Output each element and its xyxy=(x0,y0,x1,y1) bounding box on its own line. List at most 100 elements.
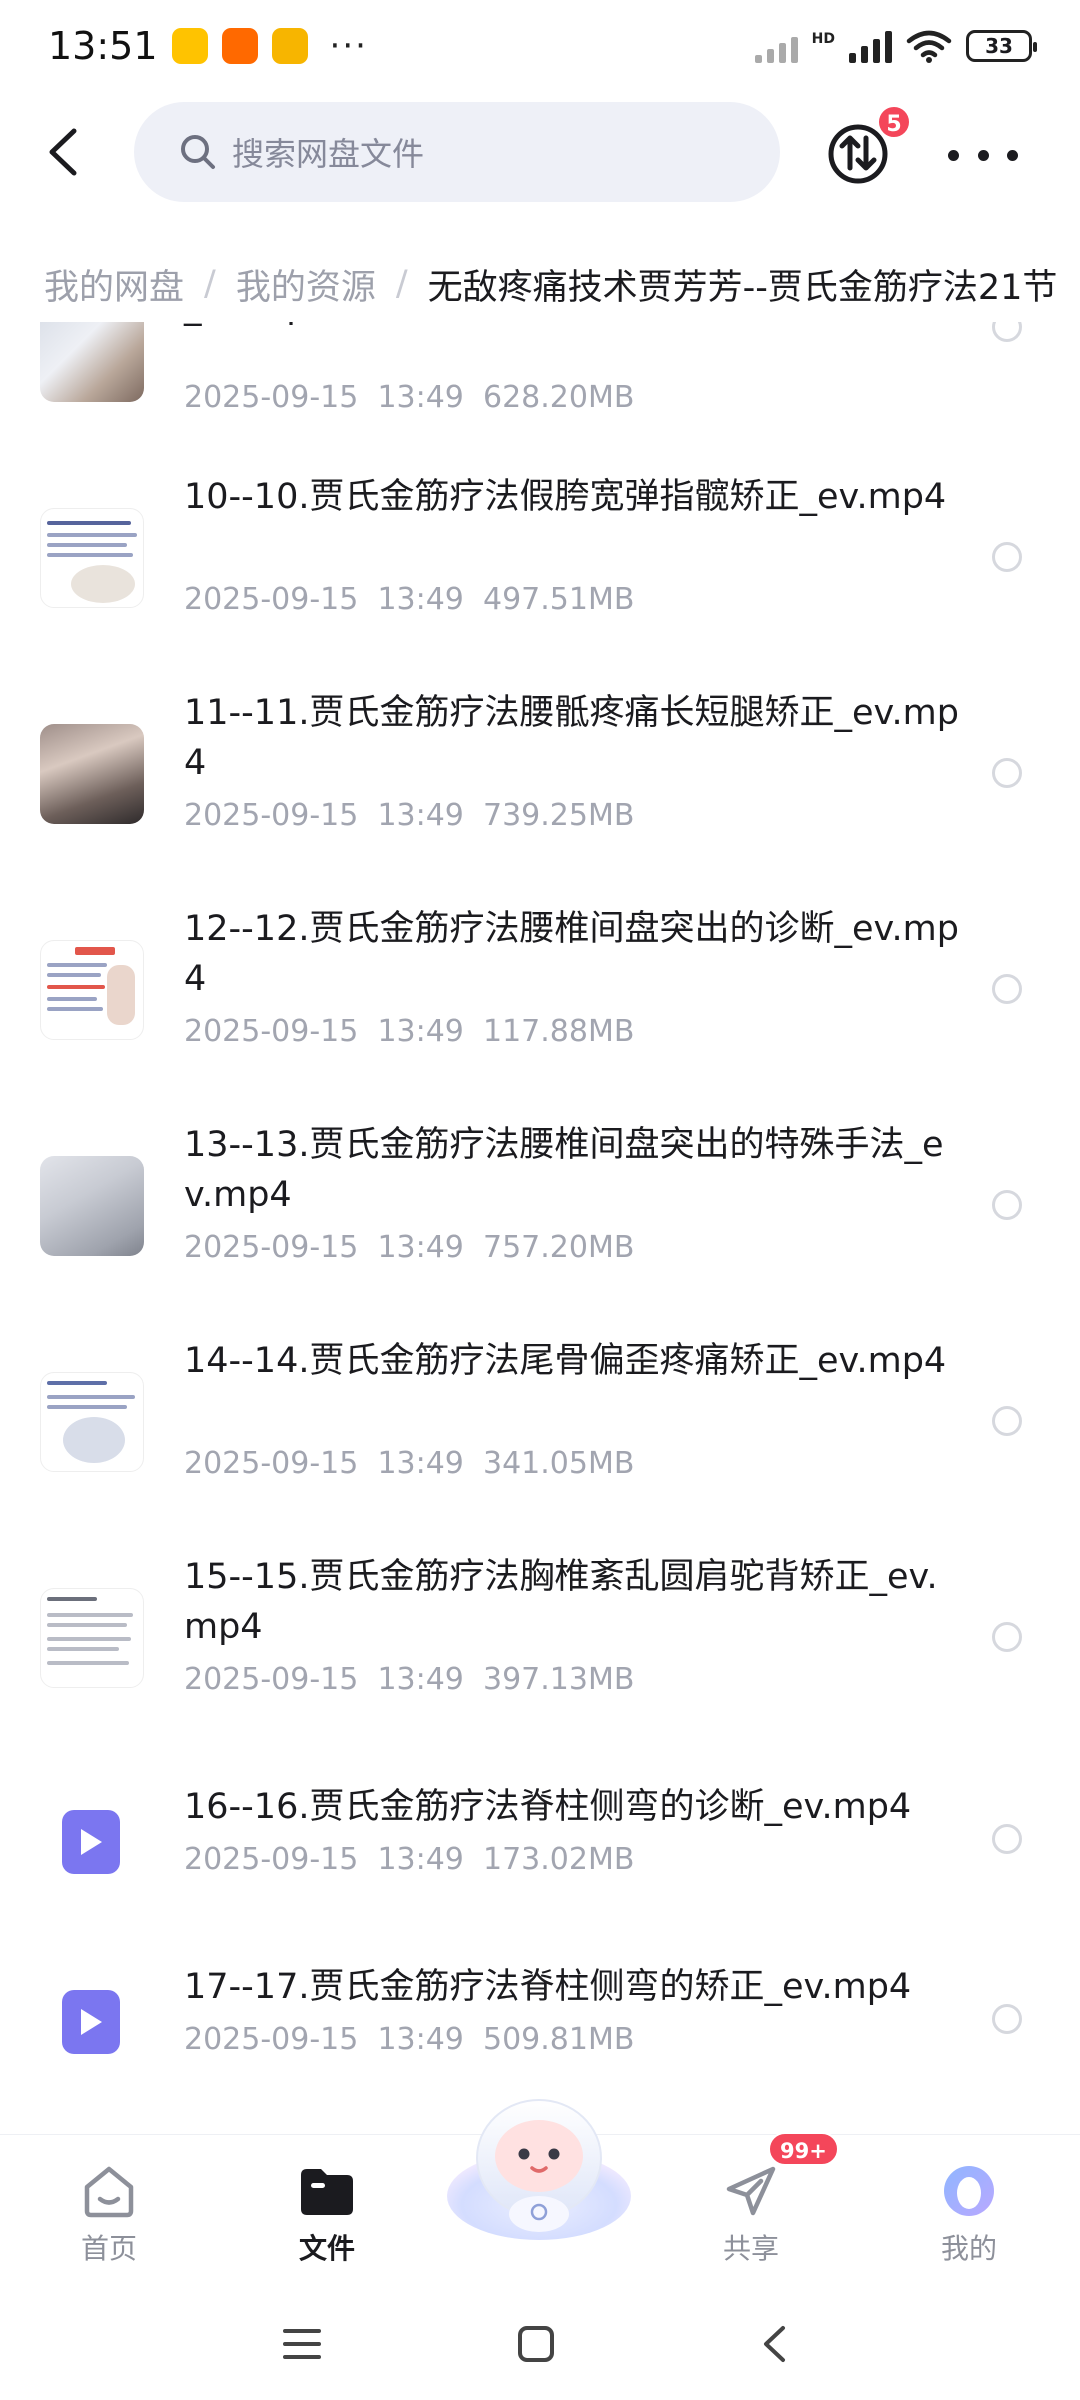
battery-level: 33 xyxy=(985,34,1013,58)
file-name: 11--11.贾氏金筋疗法腰骶疼痛长短腿矫正_ev.mp4 xyxy=(184,693,959,783)
select-radio[interactable] xyxy=(992,1622,1022,1652)
file-meta: 2025-09-15 13:49 757.20MB xyxy=(184,1230,634,1265)
search-input[interactable]: 搜索网盘文件 xyxy=(134,102,780,202)
file-name: 15--15.贾氏金筋疗法胸椎紊乱圆肩驼背矫正_ev.mp4 xyxy=(184,1557,938,1647)
file-size: 397.13MB xyxy=(482,1662,635,1697)
select-radio[interactable] xyxy=(992,2004,1022,2034)
file-time: 13:49 xyxy=(377,1230,464,1265)
nav-label: 我的 xyxy=(940,2232,997,2265)
recent-apps-button[interactable] xyxy=(272,2316,332,2372)
file-date: 2025-09-15 xyxy=(184,2022,359,2057)
file-size: 341.05MB xyxy=(482,1446,635,1481)
back-triangle-icon xyxy=(764,2326,785,2362)
file-date: 2025-09-15 xyxy=(184,1446,359,1481)
file-time: 13:49 xyxy=(377,1662,464,1697)
back-button[interactable] xyxy=(36,124,92,180)
ai-assistant-mascot-button[interactable] xyxy=(444,2084,634,2244)
breadcrumb-current: 无敌疼痛技术贾芳芳--贾氏金筋疗法21节 xyxy=(427,267,1058,308)
video-file-icon xyxy=(62,1810,120,1874)
file-row[interactable]: 14--14.贾氏金筋疗法尾骨偏歪疼痛矫正_ev.mp4 2025-09-15 … xyxy=(0,1336,1080,1536)
file-thumbnail xyxy=(40,1588,144,1688)
select-radio[interactable] xyxy=(992,542,1022,572)
file-time: 13:49 xyxy=(377,798,464,833)
breadcrumb-item[interactable]: 我的网盘 xyxy=(44,259,184,310)
file-row[interactable]: 13--13.贾氏金筋疗法腰椎间盘突出的特殊手法_ev.mp4 2025-09-… xyxy=(0,1120,1080,1320)
home-icon xyxy=(84,2166,134,2218)
more-options-button[interactable] xyxy=(948,140,1018,170)
file-name: _ev.mp4 xyxy=(184,322,964,332)
file-date: 2025-09-15 xyxy=(184,1230,359,1265)
meituan-icon xyxy=(171,28,208,64)
mi-icon xyxy=(221,28,258,64)
file-row[interactable]: 15--15.贾氏金筋疗法胸椎紊乱圆肩驼背矫正_ev.mp4 2025-09-1… xyxy=(0,1552,1080,1752)
file-thumbnail xyxy=(40,1156,144,1256)
file-row[interactable]: 16--16.贾氏金筋疗法脊柱侧弯的诊断_ev.mp4 2025-09-15 1… xyxy=(0,1782,1080,1932)
file-name: 10--10.贾氏金筋疗法假胯宽弹指髋矫正_ev.mp4 xyxy=(184,477,947,517)
nav-files[interactable]: 文件 xyxy=(252,2147,402,2277)
play-icon xyxy=(81,2009,102,2035)
file-row[interactable]: 12--12.贾氏金筋疗法腰椎间盘突出的诊断_ev.mp4 2025-09-15… xyxy=(0,904,1080,1104)
square-home-icon xyxy=(518,2326,554,2362)
search-icon xyxy=(181,135,215,169)
nav-label: 首页 xyxy=(80,2232,137,2265)
file-size: 757.20MB xyxy=(482,1230,635,1265)
file-time: 13:49 xyxy=(377,1446,464,1481)
file-size: 628.20MB xyxy=(482,380,635,415)
file-name: 14--14.贾氏金筋疗法尾骨偏歪疼痛矫正_ev.mp4 xyxy=(184,1341,947,1381)
file-size: 117.88MB xyxy=(482,1014,635,1049)
chevron-left-icon xyxy=(49,128,77,176)
file-size: 739.25MB xyxy=(482,798,635,833)
file-thumbnail xyxy=(40,940,144,1040)
home-button[interactable] xyxy=(506,2316,566,2372)
file-size: 497.51MB xyxy=(482,582,635,617)
file-time: 13:49 xyxy=(377,2022,464,2057)
file-time: 13:49 xyxy=(377,582,464,617)
file-meta: 2025-09-15 13:49 739.25MB xyxy=(184,798,634,833)
breadcrumb-item[interactable]: 我的资源 xyxy=(236,259,376,310)
more-dot-icon xyxy=(1007,149,1018,161)
file-thumbnail xyxy=(40,508,144,608)
select-radio[interactable] xyxy=(992,1824,1022,1854)
transfer-button[interactable]: 5 xyxy=(826,104,912,186)
file-date: 2025-09-15 xyxy=(184,1014,359,1049)
file-thumbnail xyxy=(40,1372,144,1472)
file-meta: 2025-09-15 13:49 117.88MB xyxy=(184,1014,634,1049)
file-date: 2025-09-15 xyxy=(184,1662,359,1697)
file-row[interactable]: _ev.mp4 2025-09-15 13:49 628.20MB xyxy=(0,322,1080,442)
file-date: 2025-09-15 xyxy=(184,380,359,415)
play-icon xyxy=(81,1829,102,1855)
file-thumbnail xyxy=(40,724,144,824)
breadcrumb-separator: / xyxy=(204,264,216,304)
file-row[interactable]: 11--11.贾氏金筋疗法腰骶疼痛长短腿矫正_ev.mp4 2025-09-15… xyxy=(0,688,1080,888)
nav-home[interactable]: 首页 xyxy=(34,2147,184,2277)
system-nav-bar xyxy=(0,2288,1080,2400)
menu-icon xyxy=(283,2329,321,2359)
paper-plane-icon xyxy=(726,2166,776,2216)
file-name: 12--12.贾氏金筋疗法腰椎间盘突出的诊断_ev.mp4 xyxy=(184,909,959,999)
search-placeholder: 搜索网盘文件 xyxy=(232,135,425,173)
more-notifications-icon: ··· xyxy=(329,26,368,66)
signal-2-icon xyxy=(849,29,892,63)
select-radio[interactable] xyxy=(992,1406,1022,1436)
select-radio[interactable] xyxy=(992,758,1022,788)
status-bar: 13:51 ··· HD 33 xyxy=(0,0,1080,92)
nav-label: 文件 xyxy=(298,2232,355,2265)
file-time: 13:49 xyxy=(377,1842,464,1877)
file-name: 13--13.贾氏金筋疗法腰椎间盘突出的特殊手法_ev.mp4 xyxy=(184,1125,944,1215)
file-time: 13:49 xyxy=(377,1014,464,1049)
file-thumbnail xyxy=(40,322,144,402)
share-badge: 99+ xyxy=(768,2132,839,2166)
breadcrumb: 我的网盘 / 我的资源 / 无敌疼痛技术贾芳芳--贾氏金筋疗法21节 xyxy=(44,248,1080,320)
wifi-icon xyxy=(906,30,952,63)
file-meta: 2025-09-15 13:49 628.20MB xyxy=(184,380,634,415)
file-row[interactable]: 10--10.贾氏金筋疗法假胯宽弹指髋矫正_ev.mp4 2025-09-15 … xyxy=(0,472,1080,672)
system-back-button[interactable] xyxy=(744,2316,804,2372)
nav-profile[interactable]: 我的 xyxy=(894,2147,1044,2277)
select-radio[interactable] xyxy=(992,322,1022,342)
notes-icon xyxy=(271,28,308,64)
select-radio[interactable] xyxy=(992,974,1022,1004)
file-list: _ev.mp4 2025-09-15 13:49 628.20MB 10--10… xyxy=(0,322,1080,2134)
select-radio[interactable] xyxy=(992,1190,1022,1220)
file-size: 173.02MB xyxy=(482,1842,635,1877)
more-dot-icon xyxy=(948,149,959,161)
